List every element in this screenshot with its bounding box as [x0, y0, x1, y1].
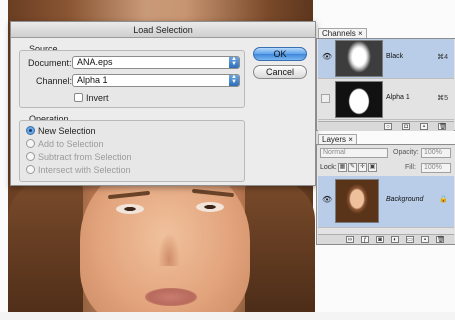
- fill-input[interactable]: 100%: [421, 163, 451, 173]
- link-layers-icon[interactable]: ∞: [346, 236, 354, 243]
- opacity-input[interactable]: 100%: [421, 148, 451, 158]
- layer-name: Background: [386, 196, 424, 203]
- close-icon[interactable]: ×: [348, 135, 353, 144]
- close-icon[interactable]: ×: [358, 29, 363, 38]
- document-select[interactable]: ANA.eps ▲ ▼: [72, 56, 240, 69]
- adjustment-layer-icon[interactable]: ◐: [391, 236, 399, 243]
- eye-icon[interactable]: 👁: [322, 53, 332, 61]
- invert-checkbox[interactable]: [74, 93, 83, 102]
- channel-name: Alpha 1: [386, 94, 410, 101]
- layer-style-icon[interactable]: ƒ: [361, 236, 369, 243]
- document-value: ANA.eps: [77, 57, 113, 67]
- invert-label: Invert: [86, 93, 109, 103]
- select-arrows-icon: ▲ ▼: [229, 56, 239, 68]
- blend-mode-value: Normal: [323, 149, 346, 156]
- hair-left: [8, 180, 83, 320]
- layers-panel: Normal Opacity: 100% Lock: ▦ ✎ ✛ ▣ Fill:…: [316, 144, 455, 245]
- trash-icon[interactable]: 🗑: [436, 236, 445, 243]
- select-arrows-icon: ▲ ▼: [229, 74, 239, 86]
- channels-toolbar: ○ ◘ ▪ 🗑: [318, 121, 454, 131]
- layer-mask-icon[interactable]: ◙: [376, 236, 384, 243]
- cancel-button[interactable]: Cancel: [253, 65, 307, 79]
- visibility-toggle[interactable]: [321, 94, 330, 103]
- opacity-label: Opacity:: [393, 149, 419, 156]
- fill-value: 100%: [424, 164, 442, 171]
- intersect-with-selection-label: Intersect with Selection: [38, 165, 131, 175]
- left-eye: [116, 204, 144, 214]
- hair-right: [245, 180, 315, 320]
- intersect-with-selection-radio[interactable]: [26, 165, 35, 174]
- channel-select[interactable]: Alpha 1 ▲ ▼: [72, 74, 240, 87]
- channels-tab-label: Channels: [322, 29, 356, 38]
- channel-shortcut: ⌘4: [437, 54, 448, 61]
- channel-value: Alpha 1: [77, 75, 108, 85]
- lock-icon: 🔒: [439, 196, 448, 203]
- subtract-from-selection-label: Subtract from Selection: [38, 152, 132, 162]
- right-eye: [196, 202, 224, 212]
- nose: [158, 232, 180, 266]
- layers-toolbar: ∞ ƒ ◙ ◐ ▭ ▪ 🗑: [318, 234, 454, 244]
- channels-panel: 👁 Black ⌘4 Alpha 1 ⌘5 ○ ◘ ▪ 🗑: [316, 38, 455, 131]
- opacity-value: 100%: [424, 149, 442, 156]
- channel-label: Channel:: [36, 76, 73, 86]
- subtract-from-selection-radio[interactable]: [26, 152, 35, 161]
- lock-label: Lock:: [320, 164, 337, 171]
- lock-transparency-icon[interactable]: ▦: [338, 163, 347, 172]
- new-selection-radio[interactable]: [26, 126, 35, 135]
- lock-pixels-icon[interactable]: ✎: [348, 163, 357, 172]
- new-layer-icon[interactable]: ▪: [421, 236, 429, 243]
- trash-icon[interactable]: 🗑: [438, 123, 447, 130]
- layers-tab-label: Layers: [322, 135, 347, 144]
- channel-row-black[interactable]: 👁 Black ⌘4: [318, 39, 454, 79]
- fill-label: Fill:: [405, 164, 416, 171]
- document-label: Document:: [28, 58, 72, 68]
- layer-row-background[interactable]: 👁 Background 🔒: [318, 176, 454, 228]
- add-to-selection-radio[interactable]: [26, 139, 35, 148]
- ok-button[interactable]: OK: [253, 47, 307, 61]
- lock-all-icon[interactable]: ▣: [368, 163, 377, 172]
- channel-name: Black: [386, 53, 404, 60]
- add-to-selection-label: Add to Selection: [38, 139, 104, 149]
- load-selection-dialog: Load Selection Source Document: ANA.eps …: [10, 21, 316, 186]
- lock-position-icon[interactable]: ✛: [358, 163, 367, 172]
- save-selection-icon[interactable]: ◘: [402, 123, 410, 130]
- lips: [145, 288, 197, 306]
- eye-icon[interactable]: 👁: [322, 196, 332, 204]
- channel-thumbnail: [335, 40, 383, 77]
- canvas-edge: [0, 312, 455, 320]
- load-channel-icon[interactable]: ○: [384, 123, 392, 130]
- channel-thumbnail: [335, 81, 383, 118]
- channel-shortcut: ⌘5: [437, 95, 448, 102]
- new-selection-label: New Selection: [38, 126, 96, 136]
- new-channel-icon[interactable]: ▪: [420, 123, 428, 130]
- layer-thumbnail: [335, 179, 379, 223]
- dialog-title: Load Selection: [11, 22, 315, 38]
- new-group-icon[interactable]: ▭: [406, 236, 414, 243]
- channel-row-alpha-1[interactable]: Alpha 1 ⌘5: [318, 80, 454, 120]
- blend-mode-select[interactable]: Normal: [320, 148, 388, 158]
